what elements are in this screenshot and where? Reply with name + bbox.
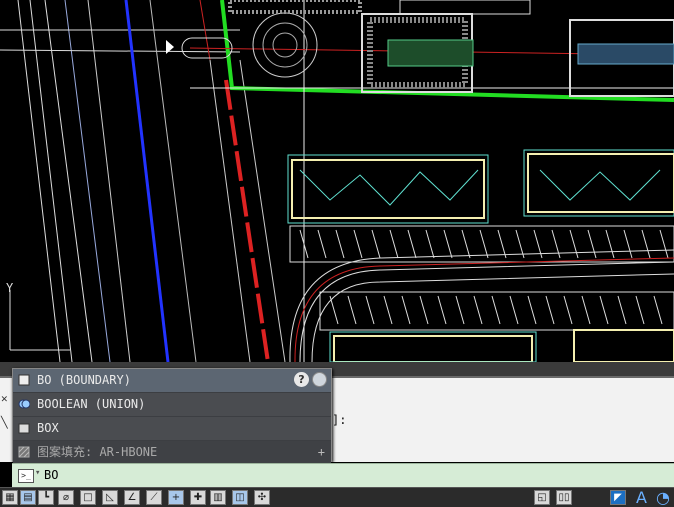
command-line[interactable]: >_ ▾ xyxy=(12,463,674,488)
dyn-icon[interactable]: ✚ xyxy=(190,490,206,505)
boundary-icon xyxy=(18,374,30,386)
wrench-icon[interactable]: ╲ xyxy=(1,416,8,429)
autocomplete-item-label: 图案填充: AR-HBONE xyxy=(37,445,158,459)
autocomplete-item-hatch[interactable]: 图案填充: AR-HBONE + xyxy=(13,441,331,465)
box-icon xyxy=(18,423,30,434)
internet-search-icon[interactable] xyxy=(312,372,327,387)
polar-icon[interactable]: □ xyxy=(80,490,96,505)
3dosnap-icon[interactable]: ∠ xyxy=(124,490,140,505)
autocomplete-item-label: BOOLEAN (UNION) xyxy=(37,397,146,411)
qp-icon[interactable]: ✣ xyxy=(254,490,270,505)
tpy-icon[interactable]: ◫ xyxy=(232,490,248,505)
cad-drawing: Y xyxy=(0,0,674,362)
drawing-canvas[interactable]: Y xyxy=(0,0,674,362)
bim-icon[interactable]: ◤ xyxy=(610,490,626,505)
close-icon[interactable]: ✕ xyxy=(1,392,8,405)
snap-icon[interactable]: ┗ xyxy=(38,490,54,505)
command-history: ]: xyxy=(332,413,347,427)
layout-icon[interactable]: ◱ xyxy=(534,490,550,505)
autocomplete-item-label: BO (BOUNDARY) xyxy=(37,373,131,387)
hatch-icon xyxy=(18,446,30,458)
chevron-down-icon[interactable]: ▾ xyxy=(35,468,40,478)
command-prompt-icon[interactable]: >_ xyxy=(18,469,34,483)
autocomplete-item-boolean[interactable]: BOOLEAN (UNION) xyxy=(13,393,331,417)
autocomplete-item-box[interactable]: BOX xyxy=(13,417,331,441)
model-icon[interactable]: ▦ xyxy=(2,490,18,505)
expand-icon[interactable]: + xyxy=(318,441,325,464)
ortho-icon[interactable]: ⌀ xyxy=(58,490,74,505)
osnap-icon[interactable]: ◺ xyxy=(102,490,118,505)
autocomplete-list: BO (BOUNDARY) ? BOOLEAN (UNION) BOX 图案填充… xyxy=(12,368,332,465)
autocomplete-item-label: BOX xyxy=(37,421,59,435)
ucs-y-label: Y xyxy=(6,281,14,295)
help-icon[interactable]: ? xyxy=(294,372,309,387)
autocomplete-item-boundary[interactable]: BO (BOUNDARY) ? xyxy=(13,369,331,393)
status-bar: ▦ ▤ ┗ ⌀ □ ◺ ∠ ⟋ + ✚ ▥ ◫ ✣ ◱ ▯▯ ◤ A ◔ xyxy=(0,487,674,507)
ducs-icon[interactable]: + xyxy=(168,490,184,505)
otrack-icon[interactable]: ⟋ xyxy=(146,490,162,505)
union-icon xyxy=(18,399,30,409)
viewport-icon[interactable]: ▯▯ xyxy=(556,490,572,505)
lwt-icon[interactable]: ▥ xyxy=(210,490,226,505)
annotation-icon[interactable]: A xyxy=(636,488,647,507)
scale-icon[interactable]: ◔ xyxy=(656,488,670,507)
command-window-side-tools: ✕ ╲ xyxy=(0,388,12,438)
grid-icon[interactable]: ▤ xyxy=(20,490,36,505)
command-input[interactable] xyxy=(44,467,444,483)
